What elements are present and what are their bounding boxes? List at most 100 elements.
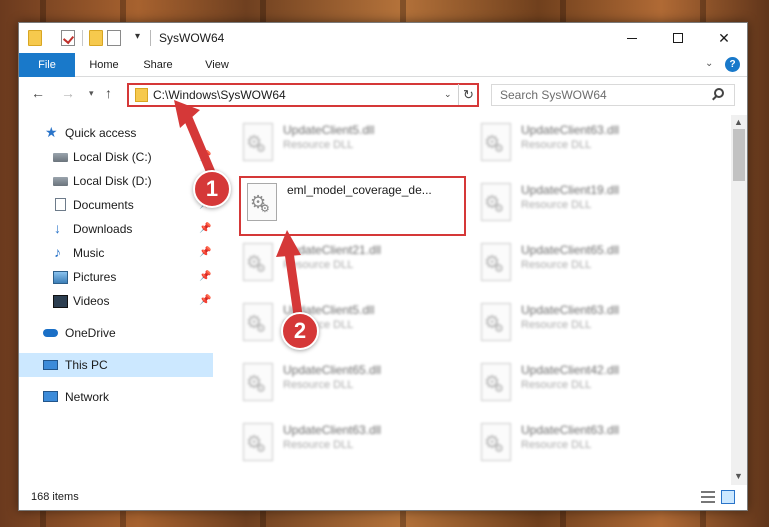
maximize-button[interactable] [655,23,701,53]
expand-ribbon-icon[interactable]: ⌄ [705,58,713,69]
dll-file-icon [481,123,511,161]
title-divider [150,30,151,46]
close-button[interactable]: ✕ [701,23,747,53]
sidebar-item-label: Music [73,246,105,260]
sidebar-item-label: OneDrive [65,326,116,340]
music-icon: ♪ [54,244,61,260]
tab-share[interactable]: Share [134,53,182,77]
sidebar-item-label: Pictures [73,270,117,284]
sidebar-item-label: Network [65,390,110,404]
address-dropdown-icon[interactable]: ⌄ [444,89,452,100]
file-name: UpdateClient5.dll [283,123,375,137]
file-item[interactable]: UpdateClient63.dll Resource DLL [475,417,705,467]
properties-icon[interactable] [61,30,75,46]
search-input[interactable]: Search SysWOW64 [491,84,735,106]
file-item[interactable]: UpdateClient63.dll Resource DLL [475,297,705,347]
dll-file-icon [481,243,511,281]
sidebar-item-videos[interactable]: Videos 📌 [19,289,213,313]
dll-file-icon [481,423,511,461]
recent-locations-icon[interactable]: ▾ [89,88,94,99]
sidebar-item-quick-access[interactable]: ★ Quick access [19,121,213,145]
step-badge-1: 1 [193,170,231,208]
file-item[interactable]: UpdateClient21.dll Resource DLL [237,237,467,287]
file-item[interactable]: UpdateClient65.dll Resource DLL [237,357,467,407]
dll-file-icon [243,303,273,341]
dll-file-icon [481,183,511,221]
file-item[interactable]: UpdateClient19.dll Resource DLL [475,177,705,227]
file-item[interactable]: UpdateClient63.dll Resource DLL [475,117,705,167]
address-bar[interactable]: C:\Windows\SysWOW64 ⌄ ↻ [127,83,479,107]
tab-view[interactable]: View [191,53,243,77]
maximize-icon [673,33,683,43]
help-icon[interactable]: ? [725,57,740,72]
file-type: Resource DLL [283,139,354,151]
sidebar-item-local-disk-d[interactable]: Local Disk (D:) 📌 [19,169,213,193]
file-list: UpdateClient5.dll Resource DLL eml_model… [235,115,730,485]
minimize-icon [627,37,637,39]
title-bar: ▾ SysWOW64 ✕ [19,23,747,53]
file-type: Resource DLL [521,199,592,211]
file-item[interactable]: UpdateClient5.dll Resource DLL [237,117,467,167]
file-type: Resource DLL [283,379,354,391]
pin-icon[interactable]: 📌 [199,151,211,162]
onedrive-icon [43,329,58,337]
file-type: Resource DLL [521,259,592,271]
file-name: UpdateClient65.dll [283,363,382,377]
scroll-up-icon[interactable]: ▲ [734,117,743,127]
file-type: Resource DLL [521,439,592,451]
sidebar-item-onedrive[interactable]: OneDrive [19,321,213,345]
back-button[interactable]: ← [31,85,45,101]
file-name: UpdateClient42.dll [521,363,620,377]
file-item[interactable]: UpdateClient42.dll Resource DLL [475,357,705,407]
pin-icon[interactable]: 📌 [199,223,211,234]
sidebar-item-local-disk-c[interactable]: Local Disk (C:) 📌 [19,145,213,169]
disk-icon [53,177,68,186]
sidebar-item-label: This PC [65,358,108,372]
file-type: Resource DLL [521,319,592,331]
pictures-icon [53,271,68,284]
sidebar-item-pictures[interactable]: Pictures 📌 [19,265,213,289]
refresh-icon[interactable]: ↻ [458,84,478,105]
minimize-button[interactable] [609,23,655,53]
documents-icon [55,198,66,211]
file-type: Resource DLL [283,259,354,271]
file-type: Resource DLL [521,139,592,151]
dll-file-icon [243,123,273,161]
address-path[interactable]: C:\Windows\SysWOW64 [153,88,286,102]
vertical-scrollbar[interactable]: ▲ ▼ [731,115,747,485]
folder-icon [135,88,148,102]
details-view-icon[interactable] [701,491,715,503]
sidebar-item-network[interactable]: Network [19,385,213,409]
forward-button[interactable]: → [61,85,75,101]
dll-file-icon [243,243,273,281]
up-button[interactable]: ↑ [105,85,112,101]
window-title: SysWOW64 [159,31,225,45]
scroll-down-icon[interactable]: ▼ [734,471,743,481]
pin-icon[interactable]: 📌 [199,247,211,258]
file-item[interactable]: UpdateClient63.dll Resource DLL [237,417,467,467]
large-icons-view-icon[interactable] [721,490,735,504]
quick-access-dropdown-icon[interactable]: ▾ [135,31,140,42]
sidebar-item-downloads[interactable]: ↓ Downloads 📌 [19,217,213,241]
scroll-thumb[interactable] [733,129,745,181]
sidebar-item-this-pc[interactable]: This PC [19,353,213,377]
file-name: UpdateClient63.dll [521,123,620,137]
pin-icon[interactable]: 📌 [199,271,211,282]
status-bar: 168 items [19,485,747,511]
search-placeholder: Search SysWOW64 [500,88,607,102]
pc-icon [43,360,58,370]
pin-icon[interactable]: 📌 [199,295,211,306]
new-folder-icon[interactable] [89,30,103,46]
search-icon[interactable] [714,88,724,98]
sidebar-item-documents[interactable]: Documents 📌 [19,193,213,217]
customize-icon[interactable] [107,30,121,46]
sidebar-item-music[interactable]: ♪ Music 📌 [19,241,213,265]
ribbon-tabs: File Home Share View ⌄ ? [19,53,747,77]
file-item[interactable]: UpdateClient65.dll Resource DLL [475,237,705,287]
tab-home[interactable]: Home [79,53,129,77]
file-item[interactable]: UpdateClient5.dll Resource DLL [237,297,467,347]
file-name: UpdateClient21.dll [283,243,382,257]
folder-icon[interactable] [28,30,42,46]
tab-file[interactable]: File [19,53,75,77]
quick-access-divider [82,30,83,46]
